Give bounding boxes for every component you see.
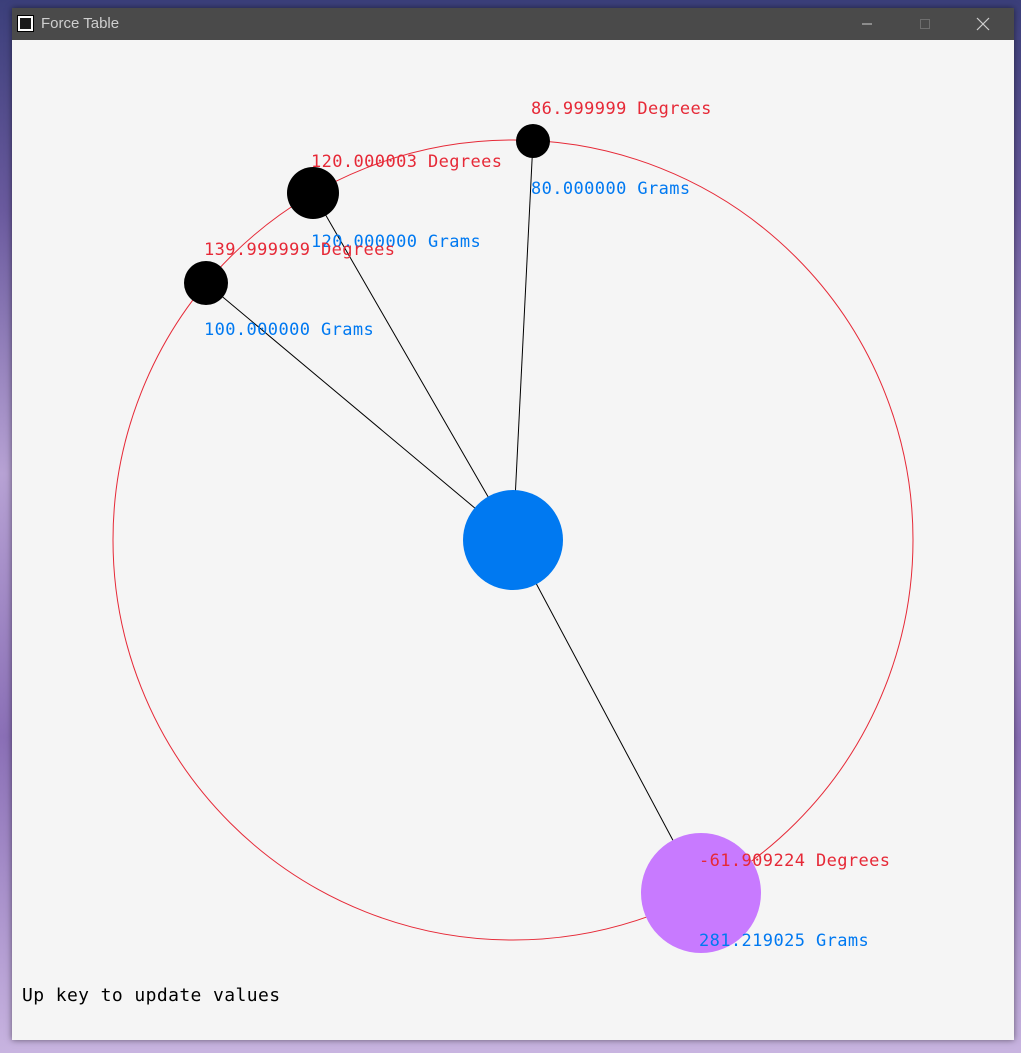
minimize-button[interactable]: [838, 8, 896, 40]
force-1-grams-label: 80.000000 Grams: [531, 179, 691, 199]
resultant-grams-label: 281.219025 Grams: [699, 931, 870, 951]
center-ring: [463, 490, 563, 590]
resultant-degrees-label: -61.909224 Degrees: [699, 851, 891, 871]
force-1-degrees-label: 86.999999 Degrees: [531, 99, 712, 119]
mass-force-1[interactable]: [516, 124, 550, 158]
force-table-canvas: 86.999999 Degrees 80.000000 Grams 120.00…: [12, 40, 1014, 1040]
close-button[interactable]: [954, 8, 1012, 40]
force-diagram: [112, 124, 914, 953]
force-3-grams-label: 100.000000 Grams: [204, 320, 375, 340]
close-icon: [976, 17, 990, 31]
mass-force-3[interactable]: [184, 261, 228, 305]
mass-force-2[interactable]: [287, 167, 339, 219]
string-force-1: [512, 140, 534, 541]
raylib-app-icon: [17, 15, 34, 32]
update-hint-text: Up key to update values: [22, 985, 281, 1006]
app-window: Force Table 86.999999 Degrees 80.000000 …: [12, 8, 1014, 1040]
maximize-button[interactable]: [896, 8, 954, 40]
maximize-icon: [920, 19, 930, 29]
force-3-degrees-label: 139.999999 Degrees: [204, 240, 396, 260]
minimize-icon: [862, 23, 872, 25]
title-bar[interactable]: Force Table: [12, 8, 1014, 40]
force-2-degrees-label: 120.000003 Degrees: [311, 152, 503, 172]
window-title: Force Table: [41, 15, 120, 32]
